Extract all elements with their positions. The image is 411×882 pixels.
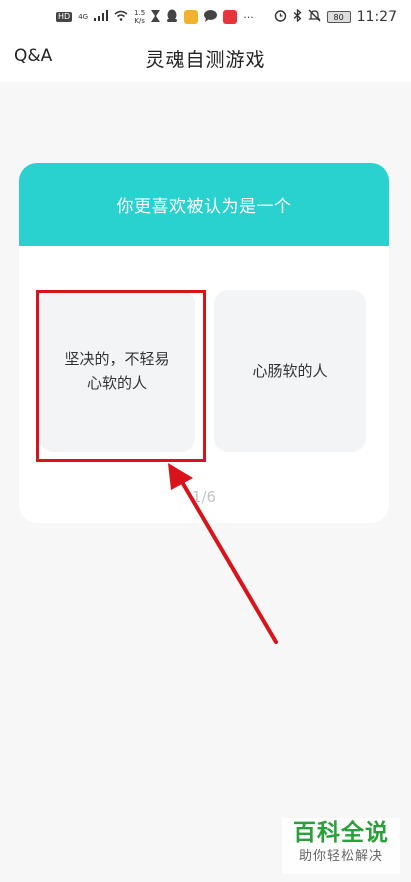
- watermark-subtitle: 助你轻松解决: [298, 849, 383, 864]
- watermark-title: 百科全说: [293, 820, 389, 846]
- annotation-arrow-icon: [168, 463, 278, 644]
- watermark-logo: 百科全说 助你轻松解决: [282, 818, 400, 874]
